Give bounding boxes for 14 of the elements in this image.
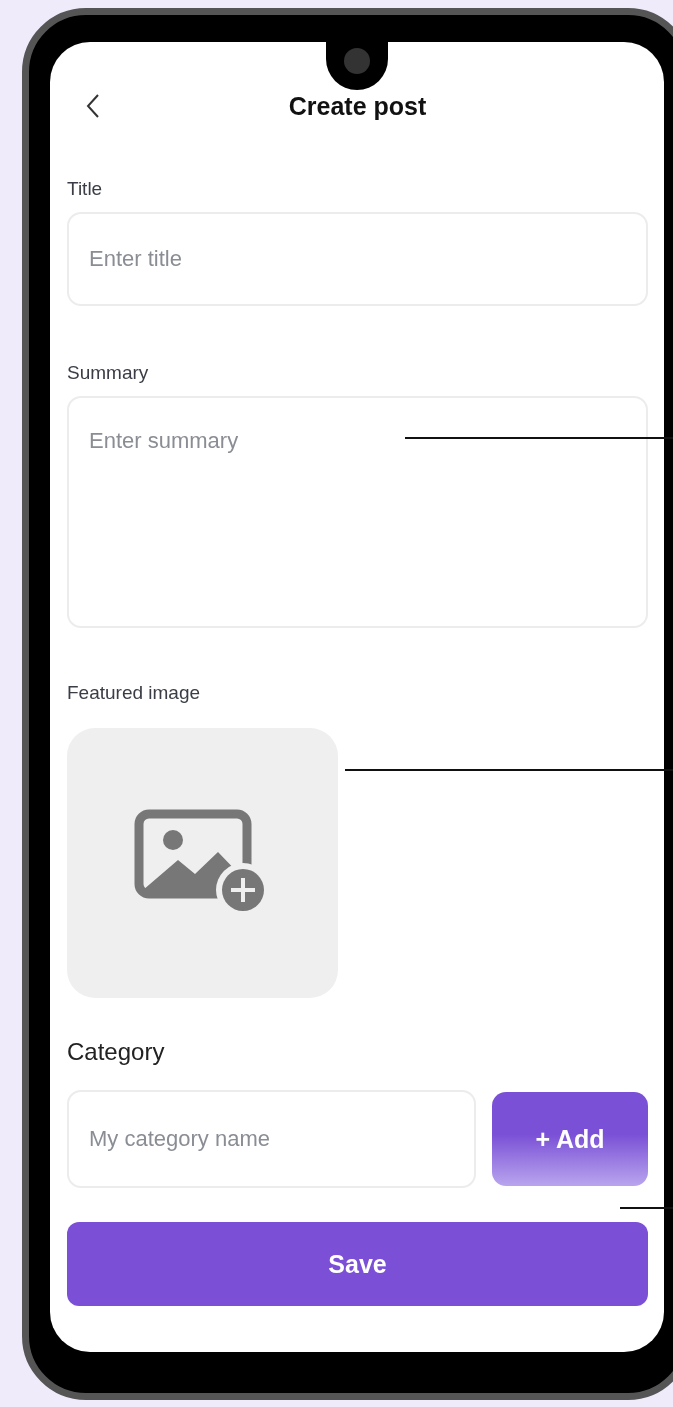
text-field[interactable]: Enter title: [67, 212, 648, 306]
field-label: Summary: [67, 362, 150, 384]
add-button[interactable]: + Add: [492, 1092, 648, 1186]
leader-line: [620, 1207, 673, 1209]
save-button[interactable]: Save: [67, 1222, 648, 1306]
category-field[interactable]: My category name: [67, 1090, 476, 1188]
field-label: Title: [67, 178, 104, 200]
text-area[interactable]: Enter summary: [67, 396, 648, 628]
page-title: Create post: [288, 91, 427, 120]
field-label: Category: [67, 1038, 166, 1066]
chevron-left-icon: [86, 93, 100, 119]
field-label: Featured image: [67, 682, 202, 704]
camera-icon: [344, 48, 370, 74]
image-upload-tile[interactable]: [67, 728, 338, 998]
